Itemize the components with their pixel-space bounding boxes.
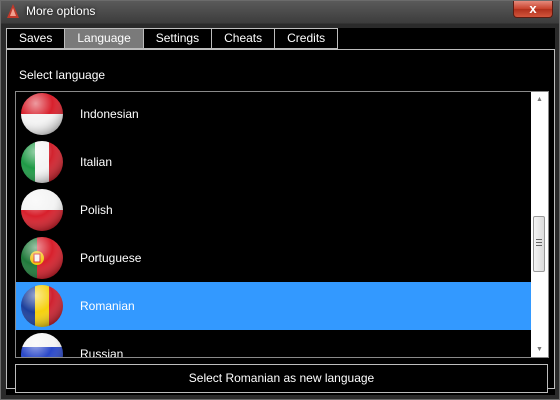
list-item-romanian[interactable]: Romanian	[16, 282, 532, 330]
romania-flag-icon	[21, 285, 63, 327]
tab-settings[interactable]: Settings	[143, 28, 213, 49]
item-label: Italian	[80, 155, 113, 169]
list-item-polish[interactable]: Polish	[16, 186, 532, 234]
title-bar[interactable]: More options x	[1, 1, 559, 24]
window: More options x Saves Language Settings C…	[0, 0, 560, 400]
close-icon: x	[529, 1, 537, 16]
poland-flag-icon	[21, 189, 63, 231]
tab-language[interactable]: Language	[65, 28, 144, 49]
vertical-scrollbar[interactable]: ▲ ▼	[531, 92, 548, 357]
item-label: Indonesian	[80, 107, 139, 121]
tab-strip: Saves Language Settings Cheats Credits	[6, 28, 339, 49]
scroll-thumb[interactable]	[533, 216, 545, 272]
item-label: Portuguese	[80, 251, 142, 265]
list-item-portuguese[interactable]: Portuguese	[16, 234, 532, 282]
indonesia-flag-icon	[21, 93, 63, 135]
tab-credits[interactable]: Credits	[275, 28, 339, 49]
list-item-russian[interactable]: Russian	[16, 330, 532, 358]
dialog-body: Saves Language Settings Cheats Credits S…	[6, 28, 555, 395]
tab-cheats[interactable]: Cheats	[212, 28, 276, 49]
russia-flag-icon	[21, 333, 63, 357]
close-button[interactable]: x	[513, 1, 553, 18]
tab-saves[interactable]: Saves	[6, 28, 66, 49]
list-item-indonesian[interactable]: Indonesian	[16, 92, 532, 138]
select-language-button[interactable]: Select Romanian as new language	[15, 364, 548, 393]
italy-flag-icon	[21, 141, 63, 183]
item-label: Russian	[80, 347, 124, 358]
portugal-flag-icon	[21, 237, 63, 279]
item-label: Romanian	[80, 299, 135, 313]
scroll-down-arrow-icon[interactable]: ▼	[531, 342, 548, 357]
app-icon	[7, 4, 19, 18]
panel-label: Select language	[19, 68, 106, 82]
scroll-up-arrow-icon[interactable]: ▲	[531, 92, 548, 107]
language-list[interactable]: Indonesian Italian Polish Portuguese Rom…	[15, 91, 549, 358]
language-panel: Select language Indonesian Italian Polis…	[6, 49, 555, 389]
grip-icon	[536, 239, 542, 247]
list-item-italian[interactable]: Italian	[16, 138, 532, 186]
window-title: More options	[26, 4, 96, 18]
item-label: Polish	[80, 203, 113, 217]
